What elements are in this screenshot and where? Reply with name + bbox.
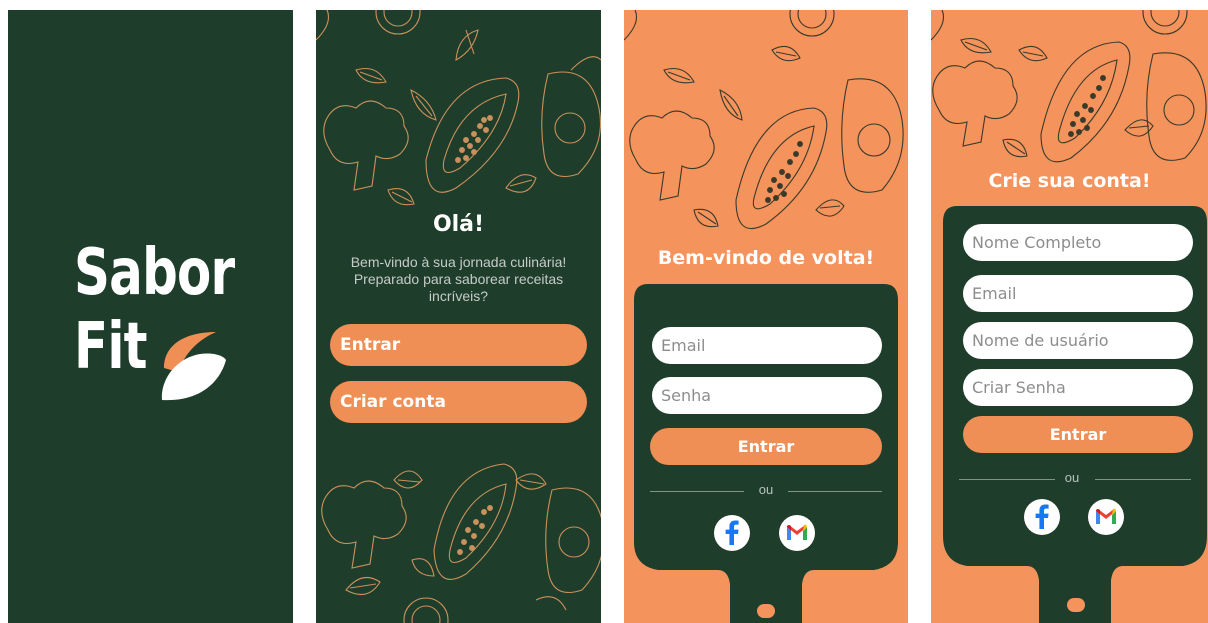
gmail-login-button[interactable]	[779, 515, 815, 551]
signup-submit-button[interactable]: Entrar	[963, 416, 1193, 453]
signup-screen: Crie sua conta! Entrar ou	[931, 10, 1208, 623]
food-doodle-pattern	[316, 10, 601, 623]
form-card	[943, 206, 1207, 623]
handle-hole	[757, 604, 775, 618]
logo-line-2: Fit	[74, 310, 148, 384]
email-field[interactable]	[963, 275, 1193, 312]
login-title: Bem-vindo de volta!	[657, 247, 875, 269]
handle-hole	[1067, 598, 1085, 612]
gmail-icon	[787, 524, 807, 540]
password-field[interactable]	[652, 377, 882, 414]
gmail-signup-button[interactable]	[1088, 499, 1124, 535]
divider-left	[650, 491, 744, 492]
welcome-title: Olá!	[432, 212, 485, 237]
create-password-field[interactable]	[963, 369, 1193, 406]
login-submit-button[interactable]: Entrar	[650, 428, 882, 465]
logo-line-1: Sabor	[74, 236, 235, 310]
email-field[interactable]	[652, 327, 882, 364]
facebook-icon	[725, 520, 739, 545]
full-name-field[interactable]	[963, 224, 1193, 261]
facebook-signup-button[interactable]	[1024, 499, 1060, 535]
welcome-message: Bem-vindo à sua jornada culinária! Prepa…	[350, 254, 567, 304]
splash-screen: Sabor Fit	[8, 10, 293, 623]
divider-right	[788, 491, 882, 492]
welcome-screen: Olá! Bem-vindo à sua jornada culinária! …	[316, 10, 601, 623]
facebook-icon	[1035, 504, 1049, 529]
gmail-icon	[1096, 508, 1116, 524]
or-label: ou	[758, 482, 774, 497]
create-account-button[interactable]: Criar conta	[330, 381, 587, 423]
divider-right	[1095, 479, 1191, 480]
username-field[interactable]	[963, 322, 1193, 359]
facebook-login-button[interactable]	[714, 515, 750, 551]
login-button[interactable]: Entrar	[330, 324, 587, 366]
login-screen: Bem-vindo de volta! Entrar ou	[624, 10, 908, 623]
or-label: ou	[1064, 470, 1080, 485]
signup-title: Crie sua conta!	[988, 170, 1151, 192]
divider-left	[959, 479, 1055, 480]
leaf-icon	[161, 332, 226, 401]
